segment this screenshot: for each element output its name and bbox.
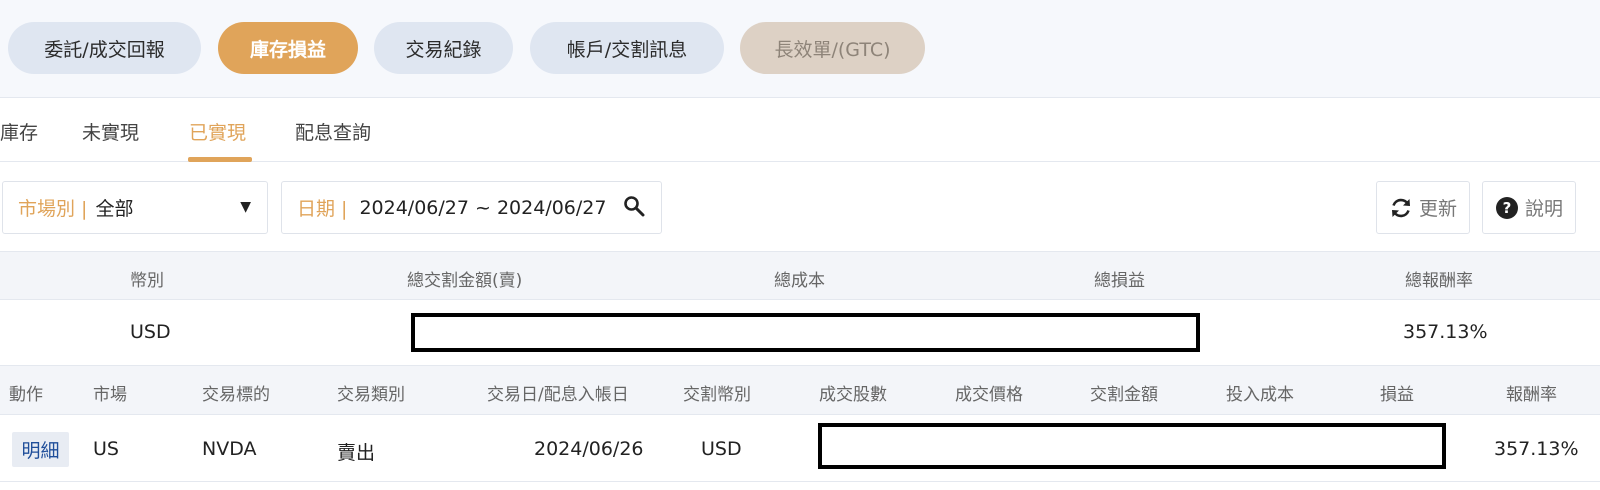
top-tab-bar: 委託/成交回報 庫存損益 交易紀錄 帳戶/交割訊息 長效單/(GTC): [0, 0, 1600, 98]
tab-gtc-orders[interactable]: 長效單/(GTC): [740, 22, 925, 74]
row-trade-date: 2024/06/26: [534, 438, 644, 460]
col-total-cost: 總成本: [774, 271, 825, 291]
summary-table-header: 幣別 總交割金額(賣) 總成本 總損益 總報酬率: [0, 251, 1600, 300]
tab-trade-records[interactable]: 交易紀錄: [374, 22, 513, 74]
summary-row: USD 357.13%: [0, 300, 1600, 366]
svg-text:?: ?: [1503, 199, 1512, 217]
table-row: 明細 US NVDA 賣出 2024/06/26 USD 357.13%: [0, 415, 1600, 482]
detail-table-header: 動作 市場 交易標的 交易類別 交易日/配息入帳日 交割幣別 成交股數 成交價格…: [0, 366, 1600, 415]
sub-tab-bar: 庫存 未實現 已實現 配息查詢: [0, 98, 1600, 162]
summary-return-rate: 357.13%: [1403, 321, 1488, 343]
refresh-button-label: 更新: [1418, 198, 1457, 220]
row-market: US: [93, 438, 119, 460]
active-tab-indicator: [188, 157, 252, 162]
col-invested-cost: 投入成本: [1226, 385, 1294, 405]
col-return-rate: 報酬率: [1506, 385, 1557, 405]
redacted-block: [818, 423, 1446, 469]
triangle-down-icon: ▼: [240, 199, 251, 215]
col-settlement-amount: 交割金額: [1090, 385, 1158, 405]
market-select-label: 市場別 |: [18, 198, 88, 220]
col-symbol: 交易標的: [202, 385, 270, 405]
col-price: 成交價格: [955, 385, 1023, 405]
row-return-rate: 357.13%: [1494, 438, 1579, 460]
tab-inventory-pnl[interactable]: 庫存損益: [218, 22, 358, 74]
col-total-settlement-sell: 總交割金額(賣): [407, 271, 523, 291]
date-range-field[interactable]: 日期 | 2024/06/27 ~ 2024/06/27: [281, 181, 662, 234]
market-select[interactable]: 市場別 | 全部 ▼: [2, 181, 268, 234]
row-currency: USD: [701, 438, 742, 460]
col-total-return: 總報酬率: [1405, 271, 1473, 291]
redacted-block: [411, 313, 1200, 352]
col-currency: 幣別: [130, 271, 164, 291]
col-total-pnl: 總損益: [1094, 271, 1145, 291]
subtab-inventory[interactable]: 庫存: [0, 118, 38, 145]
subtab-unrealized[interactable]: 未實現: [82, 118, 139, 145]
refresh-icon: [1391, 198, 1410, 217]
row-symbol: NVDA: [202, 438, 257, 460]
help-button[interactable]: ? 說明: [1482, 181, 1576, 234]
row-trade-type: 賣出: [337, 442, 376, 464]
col-pnl: 損益: [1380, 385, 1414, 405]
subtab-realized[interactable]: 已實現: [189, 118, 246, 145]
subtab-dividend-query[interactable]: 配息查詢: [295, 118, 371, 145]
date-range-value: 2024/06/27 ~ 2024/06/27: [359, 196, 607, 219]
question-circle-icon: ?: [1495, 196, 1518, 219]
col-action: 動作: [9, 385, 43, 405]
col-market: 市場: [93, 385, 127, 405]
col-settlement-currency: 交割幣別: [683, 385, 751, 405]
col-shares: 成交股數: [819, 385, 887, 405]
col-trade-type: 交易類別: [337, 385, 405, 405]
market-select-value: 全部: [95, 198, 134, 220]
summary-currency: USD: [130, 321, 171, 343]
refresh-button[interactable]: 更新: [1376, 181, 1470, 234]
magnifier-icon[interactable]: [623, 195, 645, 222]
tab-order-report[interactable]: 委託/成交回報: [8, 22, 201, 74]
detail-button[interactable]: 明細: [12, 432, 69, 467]
help-button-label: 說明: [1524, 198, 1563, 220]
date-range-label: 日期 |: [297, 198, 348, 220]
col-trade-date: 交易日/配息入帳日: [487, 385, 629, 405]
tab-account-settlement[interactable]: 帳戶/交割訊息: [530, 22, 724, 74]
